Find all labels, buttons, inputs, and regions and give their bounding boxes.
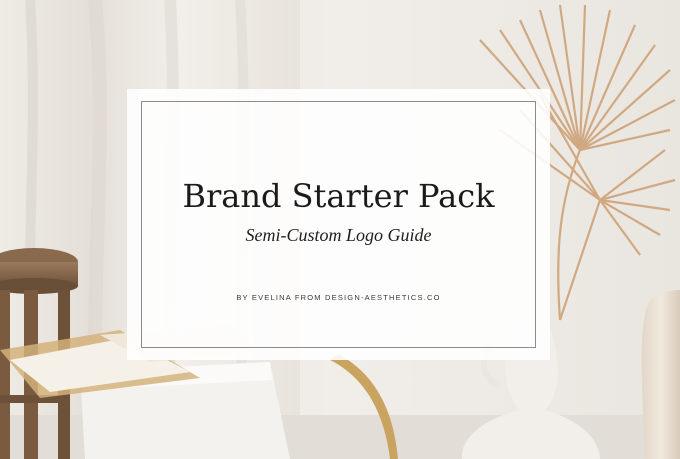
page-title: Brand Starter Pack (182, 177, 495, 215)
beige-vase (641, 290, 680, 459)
subtitle: Semi-Custom Logo Guide (245, 225, 432, 245)
title-card: Brand Starter Pack Semi-Custom Logo Guid… (127, 89, 550, 360)
byline: BY EVELINA FROM DESIGN-AESTHETICS.CO (236, 293, 441, 302)
